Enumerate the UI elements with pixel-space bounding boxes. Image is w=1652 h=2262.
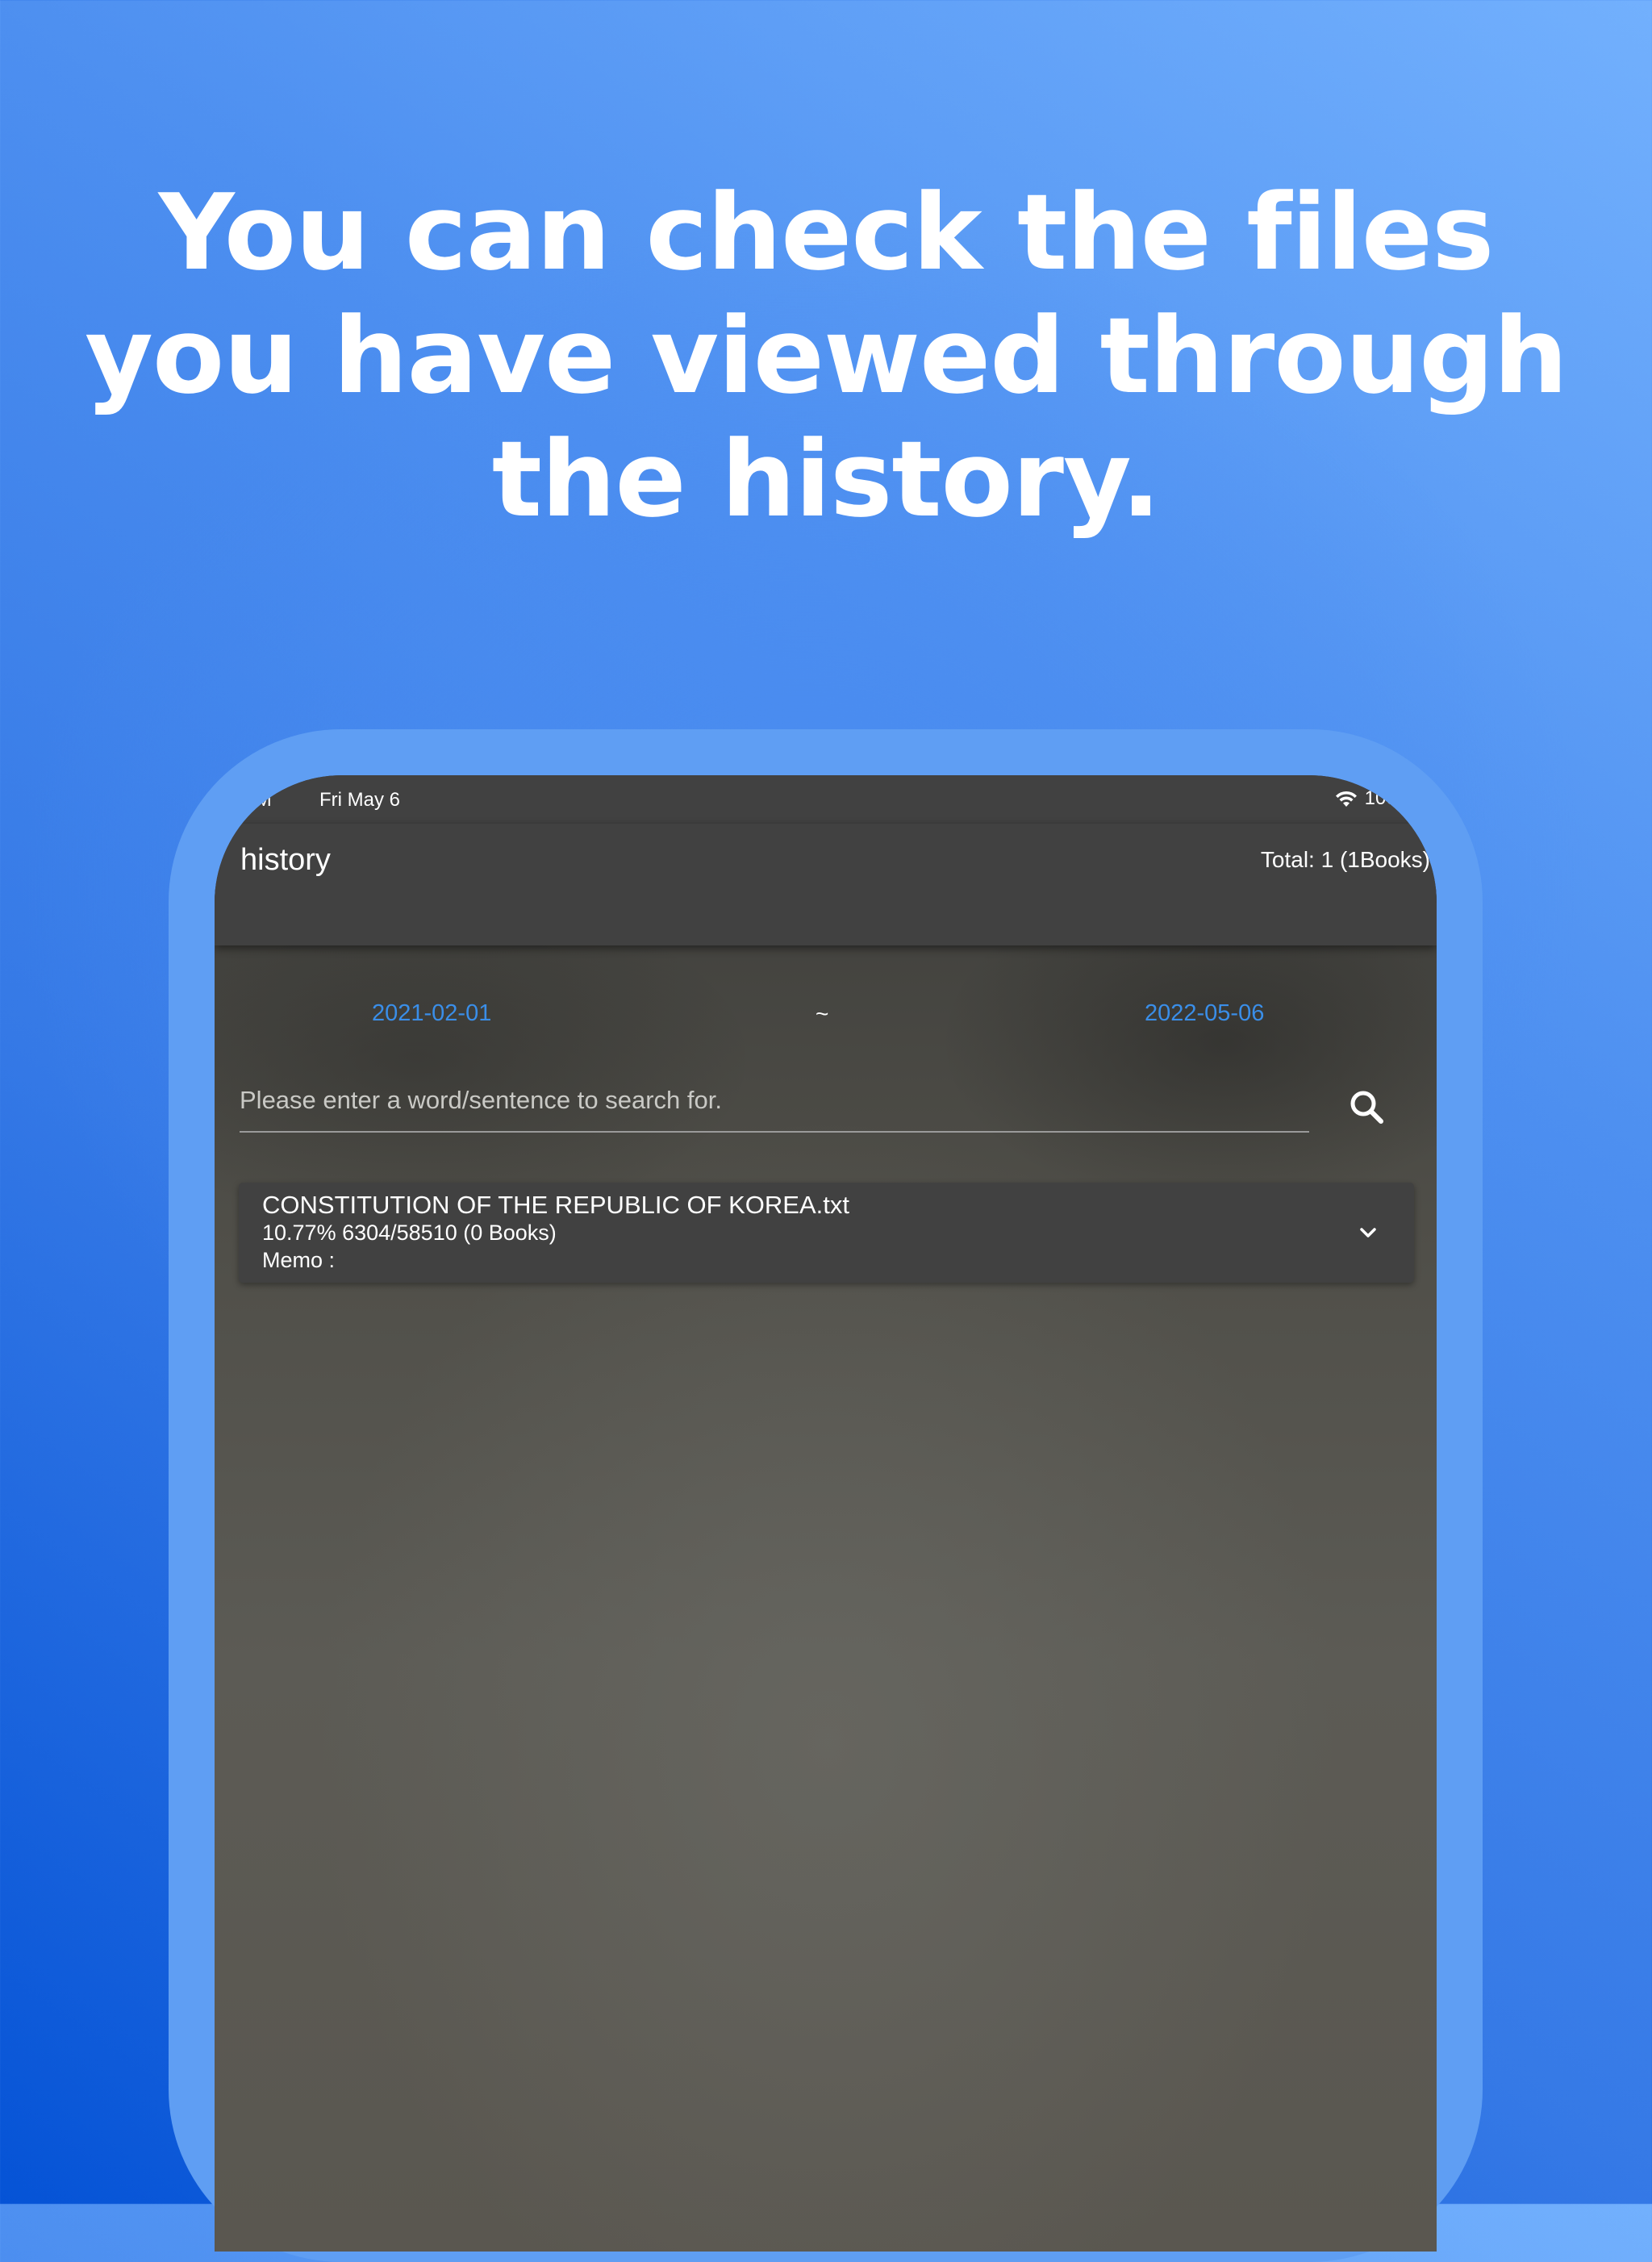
- date-range-separator: ~: [816, 1001, 829, 1026]
- chevron-down-icon[interactable]: [1357, 1223, 1379, 1242]
- status-indicators: 100%: [1334, 787, 1437, 810]
- history-list-item[interactable]: CONSTITUTION OF THE REPUBLIC OF KOREA.tx…: [239, 1183, 1414, 1283]
- status-date: Fri May 6: [319, 789, 401, 811]
- wifi-icon: [1335, 791, 1357, 807]
- app-screen: 9 AM Fri May 6 100% history Total: 1 (1B…: [215, 775, 1437, 2252]
- search-icon[interactable]: [1346, 1087, 1387, 1127]
- headline-line-2: you have viewed through: [85, 294, 1568, 417]
- headline-line-3: the history.: [491, 418, 1161, 540]
- history-item-title: CONSTITUTION OF THE REPUBLIC OF KOREA.tx…: [262, 1191, 850, 1219]
- search-input[interactable]: [240, 1079, 1309, 1133]
- history-item-memo: Memo :: [262, 1248, 336, 1272]
- headline-line-1: You can check the files: [158, 171, 1495, 294]
- page-title: history: [240, 843, 331, 877]
- battery-icon: [1419, 792, 1437, 805]
- date-from-button[interactable]: 2021-02-01: [372, 1000, 491, 1027]
- battery-percentage: 100%: [1364, 787, 1414, 809]
- total-count: Total: 1 (1Books): [1260, 847, 1430, 872]
- app-header: history Total: 1 (1Books): [215, 824, 1437, 945]
- date-to-button[interactable]: 2022-05-06: [1145, 1000, 1264, 1027]
- promo-headline: You can check the files you have viewed …: [0, 171, 1652, 541]
- history-item-progress: 10.77% 6304/58510 (0 Books): [262, 1221, 557, 1245]
- status-bar: 9 AM Fri May 6 100%: [215, 775, 1437, 824]
- status-time: 9 AM: [227, 789, 272, 811]
